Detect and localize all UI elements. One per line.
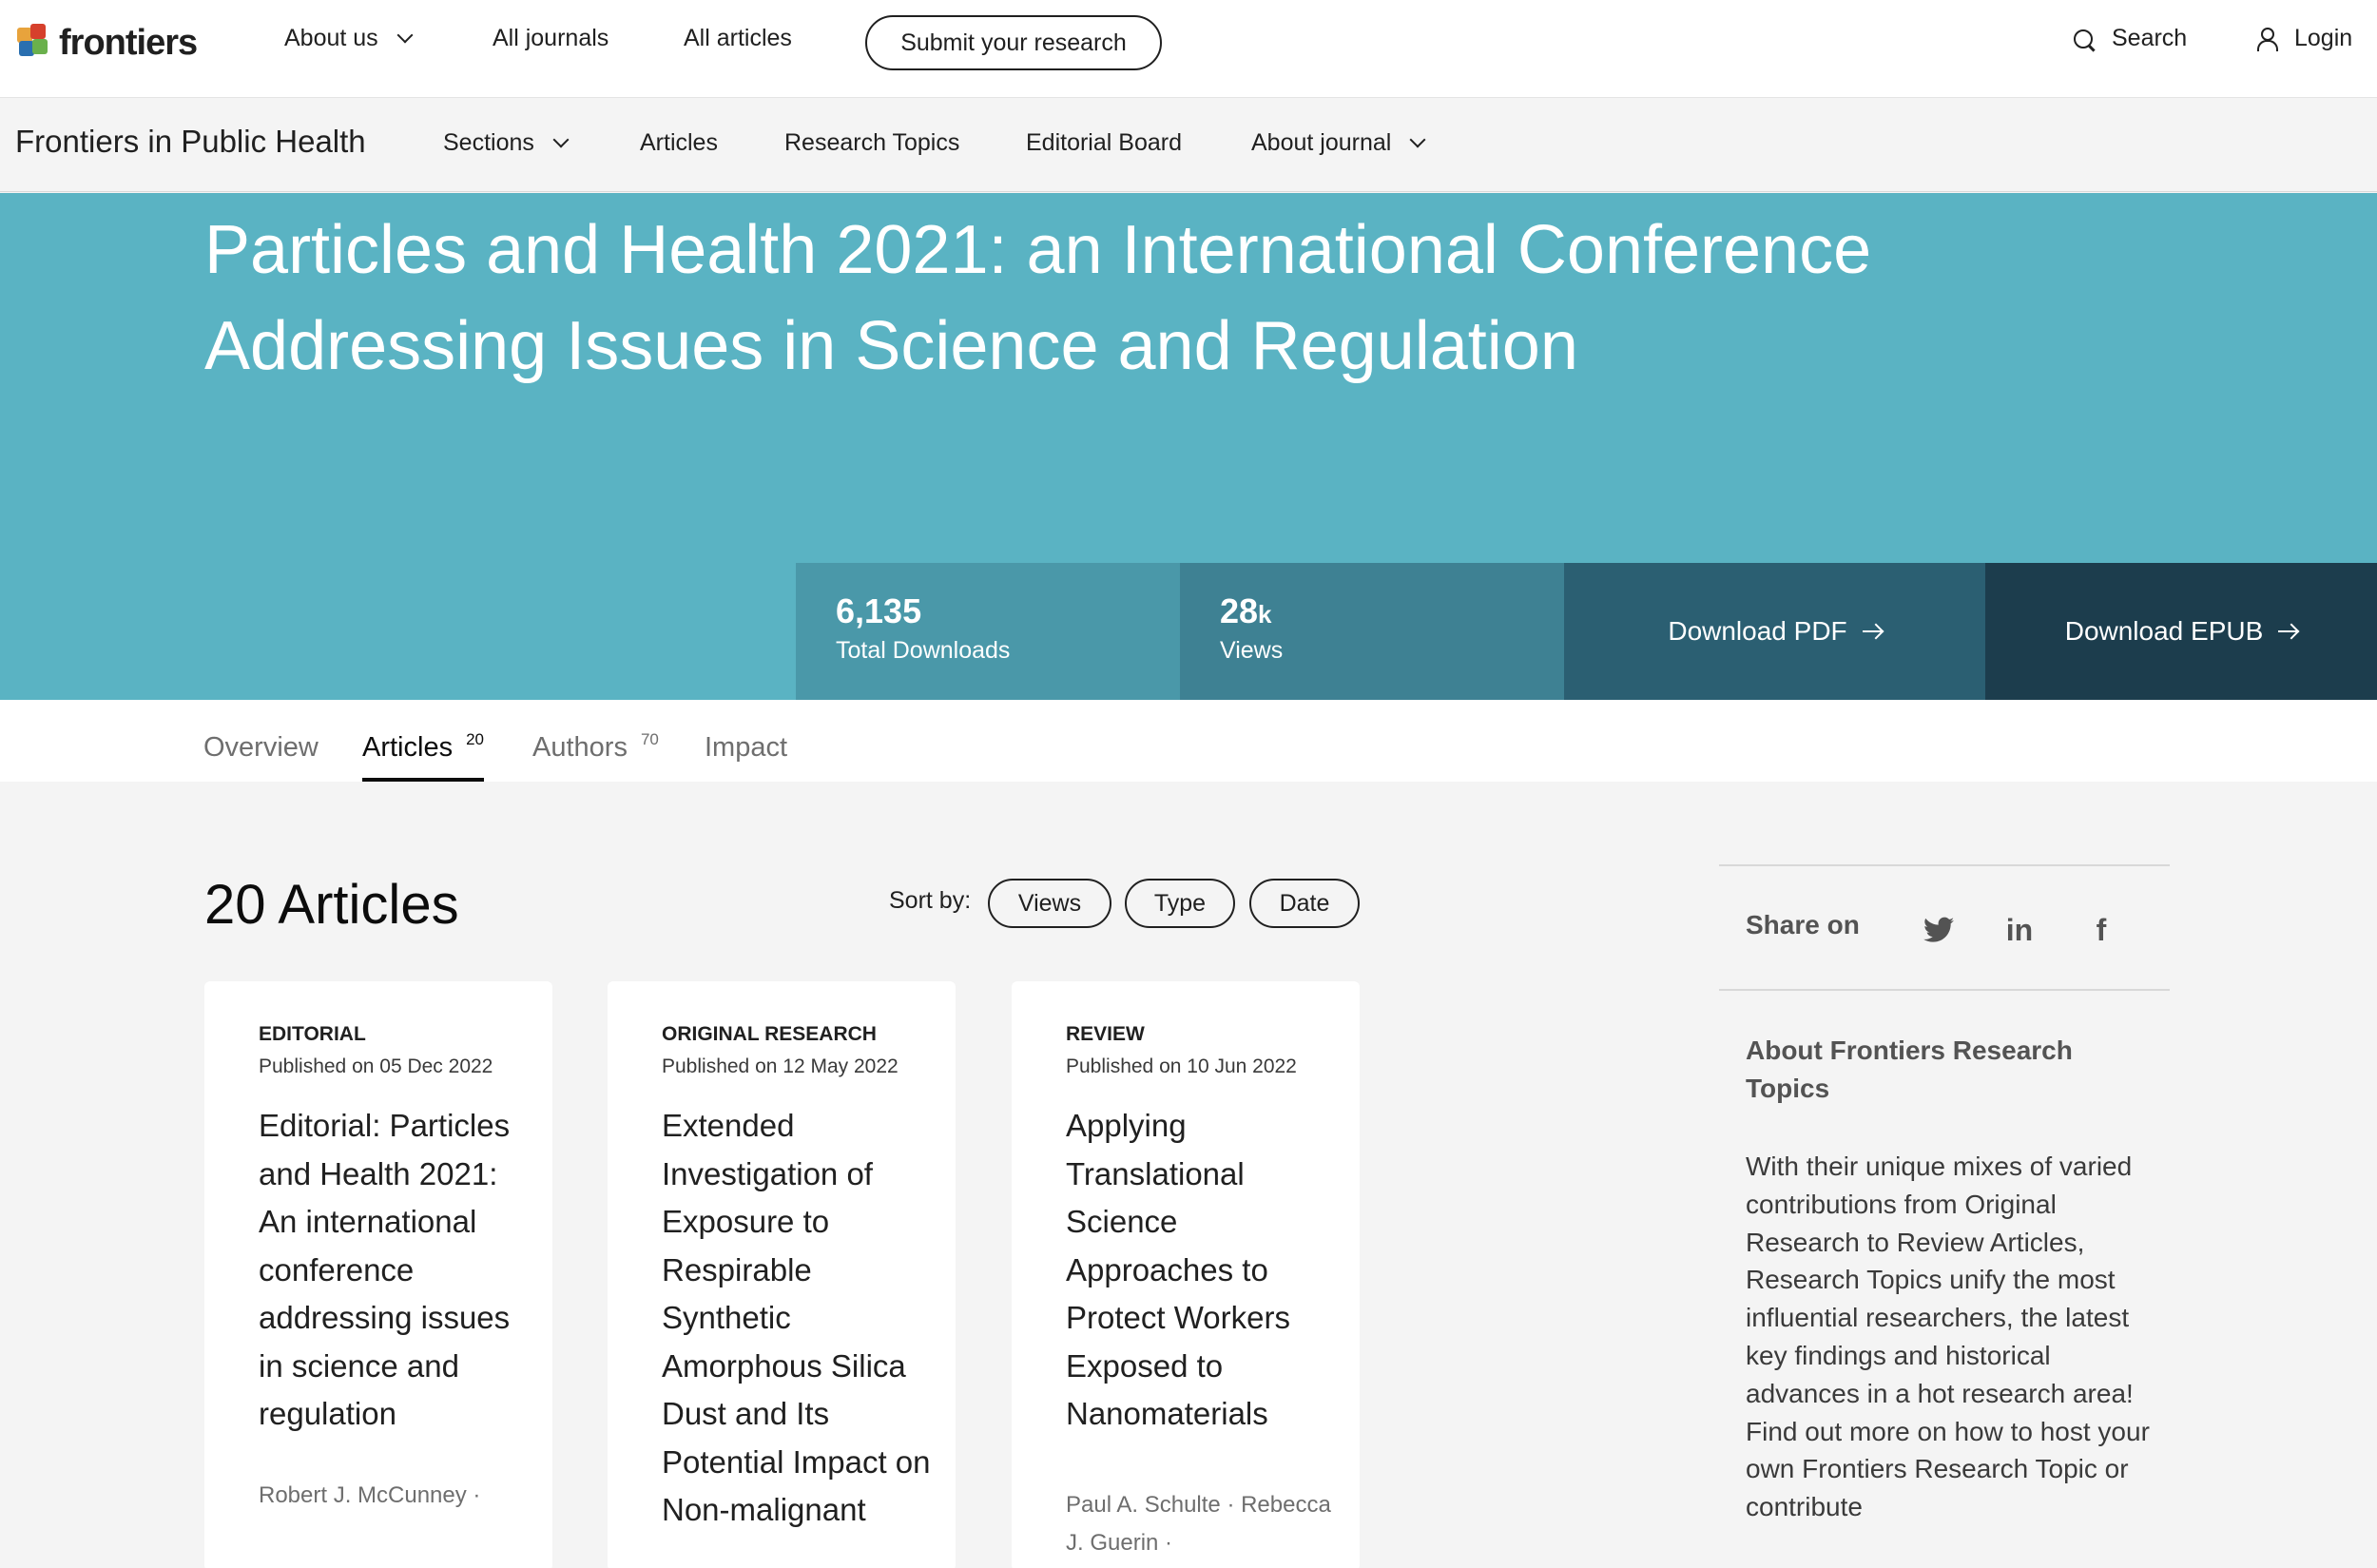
download-epub-label: Download EPUB bbox=[2064, 616, 2264, 646]
tab-authors-label: Authors bbox=[532, 732, 628, 763]
all-journals-link[interactable]: All journals bbox=[493, 25, 609, 52]
article-published-date: Published on 10 Jun 2022 bbox=[1066, 1055, 1297, 1077]
article-card[interactable]: EDITORIAL Published on 05 Dec 2022 Edito… bbox=[204, 981, 552, 1568]
editorial-board-link[interactable]: Editorial Board bbox=[1026, 129, 1182, 157]
user-icon bbox=[2256, 27, 2278, 51]
chevron-down-icon bbox=[1409, 131, 1426, 147]
tab-impact[interactable]: Impact bbox=[705, 732, 787, 782]
article-type: EDITORIAL bbox=[259, 1023, 366, 1045]
twitter-icon[interactable] bbox=[1920, 913, 1958, 951]
article-card[interactable]: REVIEW Published on 10 Jun 2022 Applying… bbox=[1012, 981, 1360, 1568]
views-value-wrap: 28k bbox=[1220, 591, 1564, 631]
tab-articles-label: Articles bbox=[362, 732, 454, 763]
article-published-date: Published on 05 Dec 2022 bbox=[259, 1055, 493, 1077]
sort-date-button[interactable]: Date bbox=[1249, 879, 1360, 928]
download-epub-button[interactable]: Download EPUB bbox=[1985, 563, 2377, 700]
article-published-date: Published on 12 May 2022 bbox=[662, 1055, 899, 1077]
about-us-label: About us bbox=[284, 25, 378, 51]
research-topics-link[interactable]: Research Topics bbox=[784, 129, 959, 157]
sort-views-button[interactable]: Views bbox=[988, 879, 1111, 928]
download-pdf-label: Download PDF bbox=[1668, 616, 1847, 646]
article-card[interactable]: ORIGINAL RESEARCH Published on 12 May 20… bbox=[608, 981, 956, 1568]
views-label: Views bbox=[1220, 637, 1284, 664]
search-button[interactable]: Search bbox=[2074, 25, 2187, 52]
logo-text: frontiers bbox=[59, 22, 198, 63]
tab-articles[interactable]: Articles 20 bbox=[362, 730, 484, 782]
views-stat: 28k Views bbox=[1180, 563, 1564, 700]
views-unit: k bbox=[1258, 600, 1272, 629]
downloads-value: 6,135 bbox=[836, 591, 922, 630]
article-type: ORIGINAL RESEARCH bbox=[662, 1023, 877, 1045]
about-us-menu[interactable]: About us bbox=[284, 25, 414, 52]
article-type: REVIEW bbox=[1066, 1023, 1145, 1045]
article-title[interactable]: Editorial: Particles and Health 2021: An… bbox=[259, 1102, 534, 1439]
sections-label: Sections bbox=[443, 129, 534, 156]
article-authors: Paul A. Schulte · Rebecca J. Guerin · bbox=[1066, 1491, 1331, 1556]
about-journal-label: About journal bbox=[1251, 129, 1392, 156]
all-articles-link[interactable]: All articles bbox=[684, 25, 792, 52]
about-research-topics-title: About Frontiers Research Topics bbox=[1746, 1036, 2073, 1103]
chevron-down-icon bbox=[552, 131, 570, 147]
article-title[interactable]: Extended Investigation of Exposure to Re… bbox=[662, 1102, 937, 1535]
tab-articles-count: 20 bbox=[466, 730, 484, 748]
tab-authors-count: 70 bbox=[640, 730, 659, 748]
journal-navigation: Frontiers in Public Health Sections Arti… bbox=[0, 99, 2377, 192]
research-topic-hero: Particles and Health 2021: an Internatio… bbox=[0, 193, 2377, 700]
topic-tabs: Overview Articles 20 Authors 70 Impact bbox=[0, 700, 2377, 782]
linkedin-icon[interactable]: in bbox=[2000, 913, 2039, 948]
page-title: Particles and Health 2021: an Internatio… bbox=[204, 212, 1872, 384]
sort-by-label: Sort by: bbox=[889, 887, 972, 914]
sections-menu[interactable]: Sections bbox=[443, 129, 570, 157]
search-label: Search bbox=[2112, 25, 2188, 51]
arrow-right-icon bbox=[1862, 630, 1882, 632]
sort-type-button[interactable]: Type bbox=[1125, 879, 1235, 928]
download-pdf-button[interactable]: Download PDF bbox=[1564, 563, 1985, 700]
views-value: 28 bbox=[1220, 591, 1259, 630]
article-title[interactable]: Applying Translational Science Approache… bbox=[1066, 1102, 1342, 1439]
downloads-label: Total Downloads bbox=[836, 637, 1011, 664]
articles-heading: 20 Articles bbox=[204, 874, 459, 936]
downloads-stat: 6,135 Total Downloads bbox=[796, 563, 1180, 700]
frontiers-logo-icon bbox=[15, 24, 53, 62]
login-label: Login bbox=[2294, 25, 2353, 51]
login-button[interactable]: Login bbox=[2256, 25, 2352, 52]
search-icon bbox=[2074, 29, 2093, 48]
top-navigation: frontiers About us All journals All arti… bbox=[0, 0, 2377, 98]
sidebar-divider bbox=[1719, 989, 2170, 991]
about-journal-menu[interactable]: About journal bbox=[1251, 129, 1426, 157]
tab-authors[interactable]: Authors 70 bbox=[532, 730, 659, 782]
chevron-down-icon bbox=[396, 27, 414, 43]
journal-name[interactable]: Frontiers in Public Health bbox=[15, 124, 366, 160]
about-research-topics-text: With their unique mixes of varied contri… bbox=[1746, 1152, 2150, 1522]
arrow-right-icon bbox=[2278, 630, 2298, 632]
tab-overview[interactable]: Overview bbox=[203, 732, 319, 782]
share-on-label: Share on bbox=[1746, 910, 1860, 939]
submit-research-button[interactable]: Submit your research bbox=[865, 15, 1162, 70]
facebook-icon[interactable]: f bbox=[2082, 913, 2120, 948]
article-authors: Robert J. McCunney · bbox=[259, 1481, 481, 1508]
sidebar-divider bbox=[1719, 864, 2170, 866]
frontiers-logo[interactable]: frontiers bbox=[15, 21, 198, 65]
journal-articles-link[interactable]: Articles bbox=[640, 129, 718, 157]
